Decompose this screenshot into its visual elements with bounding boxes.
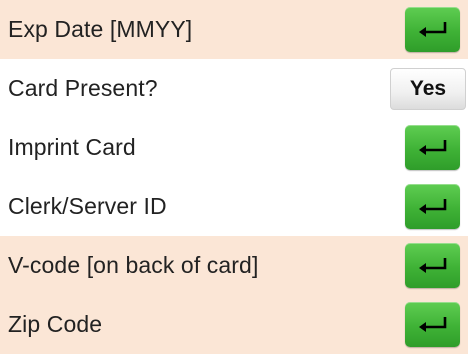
row-zip-code: Zip Code: [0, 295, 468, 354]
zip-code-enter-button[interactable]: [405, 302, 460, 347]
imprint-card-enter-button[interactable]: [405, 125, 460, 170]
clerk-server-id-label: Clerk/Server ID: [8, 193, 167, 219]
v-code-enter-button[interactable]: [405, 243, 460, 288]
enter-return-icon: [418, 257, 446, 273]
clerk-server-id-enter-button[interactable]: [405, 184, 460, 229]
enter-return-icon: [418, 198, 446, 214]
row-exp-date: Exp Date [MMYY]: [0, 0, 468, 59]
card-present-label: Card Present?: [8, 75, 158, 101]
card-present-yes-button[interactable]: Yes: [390, 67, 466, 110]
exp-date-enter-button[interactable]: [405, 7, 460, 52]
row-card-present: Card Present? Yes: [0, 59, 468, 118]
enter-return-icon: [418, 21, 446, 37]
row-imprint-card: Imprint Card: [0, 118, 468, 177]
enter-return-icon: [418, 139, 446, 155]
enter-return-icon: [418, 316, 446, 332]
imprint-card-label: Imprint Card: [8, 134, 136, 160]
row-clerk-server-id: Clerk/Server ID: [0, 177, 468, 236]
card-entry-form: Exp Date [MMYY] Card Present? Yes Imprin…: [0, 0, 468, 354]
exp-date-label: Exp Date [MMYY]: [8, 16, 193, 42]
v-code-label: V-code [on back of card]: [8, 252, 259, 278]
zip-code-label: Zip Code: [8, 311, 103, 337]
row-v-code: V-code [on back of card]: [0, 236, 468, 295]
